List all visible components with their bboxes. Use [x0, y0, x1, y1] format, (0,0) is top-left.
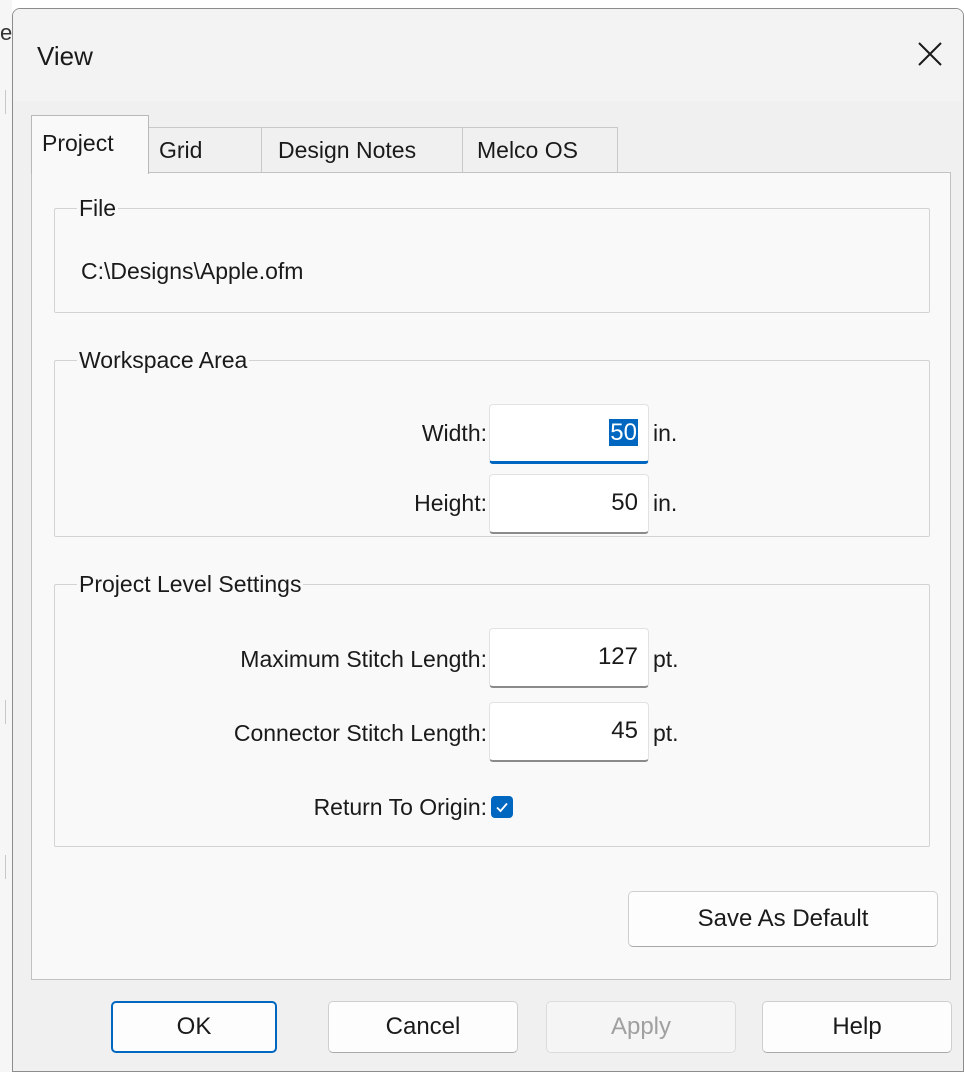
apply-button[interactable]: Apply	[546, 1001, 736, 1053]
checkmark-icon	[496, 802, 508, 813]
width-label: Width:	[421, 420, 487, 446]
height-unit: in.	[653, 490, 678, 516]
background-divider	[5, 855, 6, 879]
dialog-title: View	[37, 41, 93, 71]
view-dialog: View Project Grid Design Notes Melco OS …	[12, 8, 964, 1072]
workspace-area-group: Workspace Area Width: 50 in. Height: 50 …	[54, 347, 930, 537]
file-group: File C:\Designs\Apple.ofm	[54, 195, 930, 313]
connector-stitch-length-label: Connector Stitch Length:	[233, 720, 487, 746]
project-tab-panel: File C:\Designs\Apple.ofm Workspace Area…	[31, 172, 951, 980]
tab-melco-os[interactable]: Melco OS	[462, 127, 618, 173]
connector-stitch-length-input[interactable]: 45	[489, 702, 649, 762]
background-text: e	[0, 20, 13, 45]
workspace-area-legend: Workspace Area	[79, 347, 248, 373]
project-level-settings-group: Project Level Settings Maximum Stitch Le…	[54, 571, 930, 847]
cancel-button[interactable]: Cancel	[328, 1001, 518, 1053]
tab-project[interactable]: Project	[31, 115, 149, 174]
tab-grid[interactable]: Grid	[148, 127, 262, 173]
title-bar[interactable]: View	[13, 9, 963, 101]
file-group-legend: File	[79, 195, 117, 221]
height-input[interactable]: 50	[489, 474, 649, 534]
connector-stitch-length-unit: pt.	[653, 720, 679, 746]
max-stitch-length-unit: pt.	[653, 646, 679, 672]
file-path: C:\Designs\Apple.ofm	[81, 258, 304, 284]
background-divider	[5, 700, 6, 724]
height-label: Height:	[414, 490, 487, 516]
max-stitch-length-label: Maximum Stitch Length:	[240, 646, 487, 672]
tab-design-notes[interactable]: Design Notes	[261, 127, 463, 173]
project-level-settings-legend: Project Level Settings	[79, 571, 302, 597]
close-icon	[918, 42, 942, 66]
return-to-origin-label: Return To Origin:	[313, 794, 487, 820]
save-as-default-button[interactable]: Save As Default	[628, 891, 938, 947]
tab-strip: Project Grid Design Notes Melco OS	[31, 115, 651, 174]
width-input[interactable]: 50	[489, 404, 649, 464]
return-to-origin-checkbox[interactable]	[491, 796, 513, 818]
ok-button[interactable]: OK	[111, 1001, 277, 1053]
max-stitch-length-input[interactable]: 127	[489, 628, 649, 688]
help-button[interactable]: Help	[762, 1001, 952, 1053]
close-button[interactable]	[901, 25, 961, 85]
background-divider	[5, 90, 6, 114]
width-unit: in.	[653, 420, 678, 446]
background-window-edge: e	[0, 0, 12, 1072]
